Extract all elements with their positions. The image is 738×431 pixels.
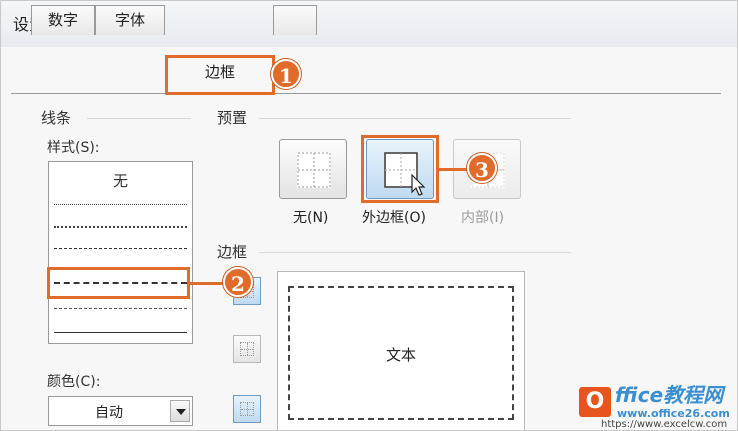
tab-font[interactable]: 字体 <box>95 5 165 35</box>
callout-1: 1 <box>271 59 301 89</box>
border-bottom-button[interactable] <box>233 395 261 423</box>
preset-inside-label: 内部(I) <box>461 210 505 226</box>
border-horizontal-icon <box>240 342 254 356</box>
callout-3: 3 <box>467 153 497 183</box>
tab-divider <box>11 93 721 94</box>
border-bottom-icon <box>240 402 254 416</box>
border-section-title: 边框 <box>217 243 248 261</box>
preset-none-button[interactable] <box>279 139 347 199</box>
format-cells-dialog: 设置单元格格式 数字 字体 边框 1 线条 样式(S): 无 2 颜色(C): … <box>0 0 738 431</box>
highlight-border-tab <box>165 55 275 95</box>
preset-outline-label: 外边框(O) <box>362 210 426 226</box>
line-group-separator <box>87 118 191 119</box>
callout-2: 2 <box>223 267 253 297</box>
border-preview[interactable]: 文本 <box>277 271 525 430</box>
line-style-dotted[interactable] <box>54 222 187 232</box>
tab-fill[interactable] <box>273 5 317 35</box>
border-middle-button[interactable] <box>233 335 261 363</box>
line-style-list[interactable]: 无 <box>48 161 193 344</box>
color-value: 自动 <box>95 405 123 421</box>
office-logo: O <box>579 387 611 417</box>
line-style-dashed[interactable] <box>54 304 187 314</box>
watermark-url-2: https://www.excelcw.com <box>601 419 728 430</box>
color-dropdown[interactable]: 自动 <box>48 396 193 426</box>
callout-connector-3 <box>439 168 469 171</box>
watermark: O ffice教程网 www.office26.com https://www.… <box>573 375 733 430</box>
presets-separator <box>259 118 571 119</box>
callout-connector-2 <box>190 282 224 285</box>
highlight-selected-line-style <box>47 267 190 299</box>
chevron-down-icon[interactable] <box>170 400 190 422</box>
tab-number[interactable]: 数字 <box>31 5 95 35</box>
presets-title: 预置 <box>217 109 248 127</box>
line-style-dash-dot[interactable] <box>54 244 187 254</box>
line-style-thin[interactable] <box>54 328 187 338</box>
grid-none-icon <box>297 152 331 188</box>
color-label: 颜色(C): <box>47 374 101 390</box>
highlight-outline-preset <box>361 135 439 203</box>
line-style-dotted-fine[interactable] <box>54 200 187 210</box>
line-style-none[interactable]: 无 <box>49 170 192 191</box>
watermark-title: ffice教程网 <box>615 383 724 407</box>
preset-none-label: 无(N) <box>293 210 329 226</box>
border-section-separator <box>259 252 571 253</box>
preview-text: 文本 <box>385 346 416 364</box>
style-label: 样式(S): <box>47 140 100 156</box>
line-group-title: 线条 <box>41 109 72 127</box>
